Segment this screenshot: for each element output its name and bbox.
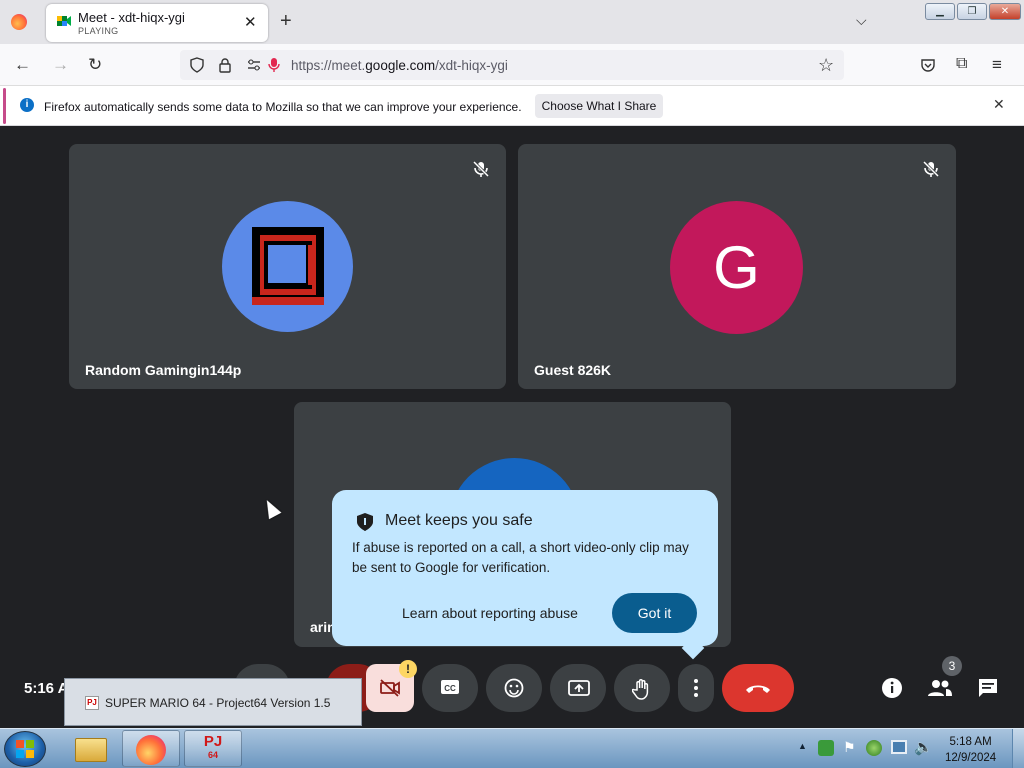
list-all-tabs-icon[interactable]: ⌵: [856, 12, 867, 29]
tab-meet[interactable]: Meet - xdt-hiqx-ygi PLAYING ✕: [46, 4, 268, 42]
popup-title: Meet keeps you safe: [385, 512, 533, 529]
extensions-icon[interactable]: ⧉: [956, 55, 967, 73]
firefox-icon: [136, 735, 166, 765]
reactions-button[interactable]: [486, 664, 542, 712]
mic-off-icon: [922, 160, 940, 178]
windows-logo-icon: [16, 740, 34, 758]
present-icon: [568, 680, 590, 696]
permissions-icon[interactable]: [246, 57, 262, 73]
taskbar-firefox[interactable]: [122, 730, 180, 767]
back-icon[interactable]: ←: [14, 55, 31, 75]
camera-off-icon: [380, 679, 400, 697]
learn-about-reporting-link[interactable]: Learn about reporting abuse: [402, 605, 578, 621]
notification-close-icon[interactable]: ✕: [993, 96, 1005, 113]
warning-badge: !: [399, 660, 417, 678]
raise-hand-button[interactable]: [614, 664, 670, 712]
tooltip-text: SUPER MARIO 64 - Project64 Version 1.5: [105, 696, 331, 710]
close-window-button[interactable]: ✕: [989, 3, 1021, 20]
maximize-button[interactable]: ❐: [957, 3, 987, 20]
chat-icon[interactable]: [977, 677, 999, 699]
participant-tile-2[interactable]: G Guest 826K: [518, 144, 956, 389]
meet-safety-popup: Meet keeps you safe If abuse is reported…: [332, 490, 718, 660]
people-count-badge: 3: [942, 656, 962, 676]
tab-close-icon[interactable]: ✕: [244, 13, 257, 31]
url-domain: google.com: [365, 58, 436, 73]
meeting-details-icon[interactable]: [881, 677, 903, 699]
show-hidden-icons[interactable]: ▲: [798, 741, 807, 751]
url-text[interactable]: https://meet.google.com/xdt-hiqx-ygi: [291, 58, 508, 73]
more-vert-icon: [694, 679, 698, 697]
minimize-button[interactable]: ▁: [925, 3, 955, 20]
participant-name: Random Gamingin144p: [85, 362, 242, 378]
notification-message: Firefox automatically sends some data to…: [44, 100, 522, 114]
tracking-shield-icon[interactable]: [189, 57, 205, 73]
microphone-active-icon[interactable]: [268, 57, 280, 73]
tab-playing-label: PLAYING: [78, 26, 119, 36]
meeting-time: 5:16 A: [24, 680, 69, 697]
hang-up-icon: [746, 685, 770, 693]
notification-bar: i Firefox automatically sends some data …: [0, 86, 1024, 126]
avatar: [222, 201, 353, 332]
app-menu-icon[interactable]: ≡: [992, 55, 1002, 75]
mouse-cursor: [260, 496, 282, 520]
folder-icon: [75, 738, 107, 762]
mic-off-icon: [472, 160, 490, 178]
taskbar-tooltip: PJ SUPER MARIO 64 - Project64 Version 1.…: [64, 678, 362, 726]
show-desktop-button[interactable]: [1012, 729, 1024, 768]
raise-hand-icon: [632, 679, 649, 700]
more-options-button[interactable]: [678, 664, 714, 712]
url-bar[interactable]: https://meet.google.com/xdt-hiqx-ygi ☆: [180, 50, 844, 80]
closed-captions-icon: CC: [441, 680, 459, 694]
network-icon[interactable]: [891, 740, 907, 754]
url-prefix: https://meet.: [291, 58, 366, 73]
info-icon: i: [20, 98, 34, 112]
participant-name: Guest 826K: [534, 362, 612, 378]
shield-icon: [357, 513, 373, 531]
leave-call-button[interactable]: [722, 664, 794, 712]
clock-time: 5:18 AM: [949, 736, 992, 748]
system-clock[interactable]: 5:18 AM 12/9/2024: [945, 734, 996, 766]
pocket-icon[interactable]: [920, 57, 936, 73]
choose-what-i-share-button[interactable]: Choose What I Share: [535, 94, 663, 118]
reload-icon[interactable]: ↻: [88, 55, 102, 75]
meet-favicon-icon: [57, 16, 71, 26]
taskbar-project64[interactable]: PJ 64: [184, 730, 242, 767]
popup-pointer: [681, 636, 705, 660]
got-it-button[interactable]: Got it: [612, 593, 697, 633]
tray-security-icon[interactable]: [818, 740, 834, 756]
taskbar-explorer[interactable]: [60, 730, 118, 767]
people-icon[interactable]: [927, 678, 953, 698]
bookmark-star-icon[interactable]: ☆: [818, 55, 834, 76]
notification-accent: [3, 88, 6, 124]
navigation-bar: ← → ↻ https://meet.google.com/xdt-hiqx-y…: [0, 44, 1024, 86]
svg-text:CC: CC: [444, 684, 456, 693]
forward-icon[interactable]: →: [52, 55, 69, 75]
project64-icon: PJ 64: [198, 734, 228, 764]
popup-body: If abuse is reported on a call, a short …: [352, 540, 689, 575]
url-path: /xdt-hiqx-ygi: [435, 58, 508, 73]
volume-icon[interactable]: 🔈: [914, 738, 933, 756]
project64-label: PJ: [203, 733, 223, 750]
pixel-logo-icon: [252, 227, 324, 305]
action-center-flag-icon[interactable]: ⚑: [843, 739, 856, 756]
tray-network-globe-icon[interactable]: [866, 740, 882, 756]
tab-strip: Meet - xdt-hiqx-ygi PLAYING ✕ + ⌵ ▁ ❐ ✕: [0, 0, 1024, 44]
participant-tile-1[interactable]: Random Gamingin144p: [69, 144, 506, 389]
present-screen-button[interactable]: [550, 664, 606, 712]
tab-title: Meet - xdt-hiqx-ygi: [78, 10, 185, 25]
emoji-icon: [504, 678, 524, 698]
firefox-menu-icon[interactable]: [11, 14, 27, 30]
lock-icon[interactable]: [218, 57, 232, 73]
avatar: G: [670, 201, 803, 334]
clock-date: 12/9/2024: [945, 752, 997, 764]
captions-button[interactable]: CC: [422, 664, 478, 712]
project64-small-icon: PJ: [85, 696, 99, 710]
new-tab-icon[interactable]: +: [280, 10, 292, 33]
project64-sublabel: 64: [207, 750, 218, 760]
start-button[interactable]: [4, 731, 46, 767]
